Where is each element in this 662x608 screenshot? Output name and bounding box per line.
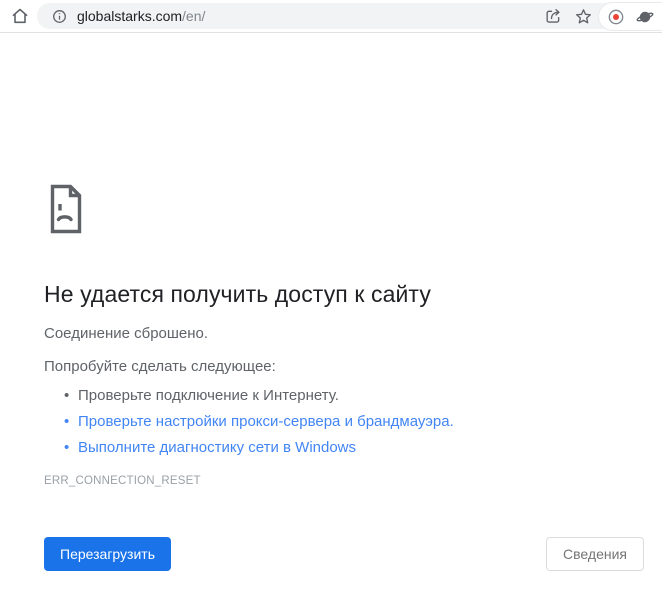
error-title: Не удается получить доступ к сайту bbox=[44, 281, 431, 307]
suggestion-item: Проверьте подключение к Интернету. bbox=[44, 383, 644, 409]
sad-document-icon bbox=[50, 184, 82, 234]
share-button[interactable] bbox=[540, 3, 566, 29]
site-info-button[interactable] bbox=[48, 5, 70, 27]
record-dot-icon bbox=[608, 9, 624, 24]
error-code: ERR_CONNECTION_RESET bbox=[44, 475, 201, 487]
url-domain: globalstarks.com bbox=[77, 8, 183, 24]
suggestion-item: Проверьте настройки прокси-сервера и бра… bbox=[44, 409, 644, 435]
error-page: Не удается получить доступ к сайту Соеди… bbox=[0, 183, 662, 571]
button-row: Перезагрузить Сведения bbox=[44, 537, 644, 571]
browser-toolbar: globalstarks.com/en/ bbox=[0, 0, 662, 33]
proxy-settings-link[interactable]: Проверьте настройки прокси-сервера и бра… bbox=[78, 413, 454, 430]
info-icon bbox=[52, 9, 66, 23]
details-button[interactable]: Сведения bbox=[546, 537, 644, 571]
reload-button[interactable]: Перезагрузить bbox=[44, 537, 171, 571]
bookmark-button[interactable] bbox=[570, 3, 596, 29]
extension-button[interactable] bbox=[634, 6, 656, 28]
extensions-area bbox=[598, 2, 662, 31]
home-icon bbox=[12, 8, 28, 24]
share-icon bbox=[545, 8, 560, 23]
url-text[interactable]: globalstarks.com/en/ bbox=[77, 8, 540, 24]
home-button[interactable] bbox=[6, 2, 34, 30]
planet-icon bbox=[636, 11, 654, 22]
network-diagnostics-link[interactable]: Выполните диагностику сети в Windows bbox=[78, 439, 356, 456]
suggestion-intro: Попробуйте сделать следующее: bbox=[44, 358, 276, 375]
address-bar[interactable]: globalstarks.com/en/ bbox=[37, 3, 662, 29]
suggestion-text: Проверьте подключение к Интернету. bbox=[78, 387, 339, 404]
star-icon bbox=[575, 8, 591, 23]
url-path: /en/ bbox=[182, 8, 206, 24]
error-message: Соединение сброшено. bbox=[44, 325, 209, 342]
recording-indicator-button[interactable] bbox=[605, 6, 627, 28]
suggestion-list: Проверьте подключение к Интернету. Прове… bbox=[44, 383, 644, 461]
suggestion-item: Выполните диагностику сети в Windows bbox=[44, 435, 644, 461]
